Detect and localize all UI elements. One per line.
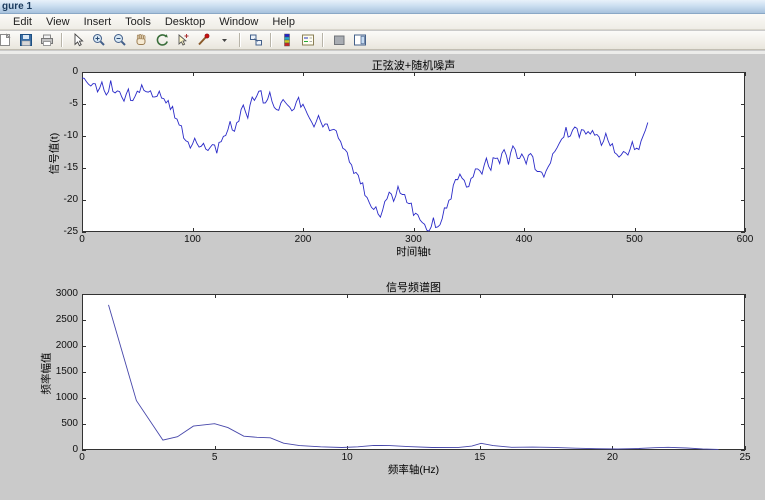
zoom-out-button[interactable] bbox=[109, 31, 130, 49]
figure-canvas: 正弦波+随机噪声 时间轴t 信号值(t) 0 100 200 300 400 500 600… bbox=[0, 54, 765, 500]
link-plot-icon bbox=[248, 32, 264, 48]
spectrum-plot-area[interactable] bbox=[82, 294, 746, 451]
x-tick-label: 15 bbox=[474, 452, 486, 463]
y-tick-label: 2000 bbox=[55, 340, 78, 351]
zoom-in-icon bbox=[91, 32, 107, 48]
y-tick-label: -20 bbox=[63, 194, 78, 205]
toolbar-group bbox=[0, 31, 57, 49]
link-plot-button[interactable] bbox=[245, 31, 266, 49]
zoom-out-icon bbox=[112, 32, 128, 48]
signal-plot-area[interactable] bbox=[81, 72, 746, 233]
menu-item-tools[interactable]: Tools bbox=[118, 15, 158, 29]
rotate-3d-icon bbox=[154, 32, 170, 48]
toolbar bbox=[0, 31, 765, 50]
spectrum-chart-title: 信号频谱图 bbox=[386, 282, 441, 294]
brush-dropdown-icon bbox=[221, 32, 228, 48]
menu-item-window[interactable]: Window bbox=[212, 15, 265, 29]
pan-icon bbox=[133, 32, 149, 48]
x-tick-label: 200 bbox=[294, 234, 312, 245]
new-figure-icon bbox=[0, 32, 13, 48]
data-line bbox=[81, 77, 649, 232]
y-tick-label: 0 bbox=[72, 444, 78, 455]
y-tick-label: 1000 bbox=[55, 392, 78, 403]
toolbar-group bbox=[328, 31, 370, 49]
edit-plot-icon bbox=[70, 32, 86, 48]
new-figure-button[interactable] bbox=[0, 31, 15, 49]
pan-button[interactable] bbox=[130, 31, 151, 49]
x-tick-label: 500 bbox=[626, 234, 643, 245]
brush-button[interactable] bbox=[193, 31, 214, 49]
data-cursor-button[interactable] bbox=[172, 31, 193, 49]
y-tick-label: 1500 bbox=[55, 366, 78, 377]
show-plot-tools-button[interactable] bbox=[349, 31, 370, 49]
toolbar-group bbox=[67, 31, 235, 49]
toolbar-separator bbox=[239, 33, 241, 47]
x-tick-label: 300 bbox=[405, 234, 422, 245]
x-tick-label: 5 bbox=[211, 452, 218, 463]
save-icon bbox=[18, 32, 34, 48]
y-tick-label: -5 bbox=[69, 98, 78, 109]
y-tick-label: -25 bbox=[63, 226, 78, 237]
signal-x-axis-label: 时间轴t bbox=[396, 246, 431, 258]
rotate-3d-button[interactable] bbox=[151, 31, 172, 49]
figure-window: gure 1 Edit View Insert Tools Desktop Window H… bbox=[0, 0, 765, 500]
signal-chart-title: 正弦波+随机噪声 bbox=[371, 60, 456, 72]
menu-item-help[interactable]: Help bbox=[265, 15, 302, 29]
zoom-in-button[interactable] bbox=[88, 31, 109, 49]
x-tick-label: 100 bbox=[184, 234, 201, 245]
signal-chart: 正弦波+随机噪声 时间轴t 信号值(t) 0 100 200 300 400 500 600… bbox=[49, 60, 754, 258]
title-bar[interactable]: gure 1 bbox=[0, 0, 765, 14]
data-line bbox=[108, 304, 719, 450]
edit-plot-button[interactable] bbox=[67, 31, 88, 49]
toolbar-group bbox=[245, 31, 266, 49]
x-tick-label: 400 bbox=[515, 234, 533, 245]
toolbar-separator bbox=[270, 33, 272, 47]
brush-icon bbox=[196, 32, 212, 48]
menu-bar: Edit View Insert Tools Desktop Window Help bbox=[0, 14, 765, 30]
y-tick-label: 3000 bbox=[55, 288, 78, 299]
hide-plot-tools-button[interactable] bbox=[328, 31, 349, 49]
window-title: gure 1 bbox=[2, 1, 33, 12]
save-button[interactable] bbox=[15, 31, 36, 49]
print-button[interactable] bbox=[36, 31, 57, 49]
x-tick-label: 25 bbox=[739, 452, 751, 463]
toolbar-group bbox=[276, 31, 318, 49]
print-icon bbox=[39, 32, 55, 48]
toolbar-separator bbox=[61, 33, 63, 47]
spectrum-x-axis-label: 频率轴(Hz) bbox=[387, 464, 440, 476]
y-tick-label: 0 bbox=[72, 66, 78, 77]
y-tick-label: -10 bbox=[63, 130, 78, 141]
x-tick-label: 20 bbox=[606, 452, 618, 463]
menu-item-view[interactable]: View bbox=[39, 15, 77, 29]
menu-item-edit[interactable]: Edit bbox=[6, 15, 39, 29]
hide-plot-tools-icon bbox=[331, 32, 347, 48]
spectrum-chart: 信号频谱图 频率轴(Hz) 频率幅值 0 5 10 15 20 25 0 500 1000 150… bbox=[41, 282, 751, 476]
colorbar-icon bbox=[279, 32, 295, 48]
menu-item-desktop[interactable]: Desktop bbox=[158, 15, 212, 29]
legend-button[interactable] bbox=[297, 31, 318, 49]
y-tick-label: 500 bbox=[61, 418, 78, 429]
menu-item-insert[interactable]: Insert bbox=[77, 15, 119, 29]
show-plot-tools-icon bbox=[352, 32, 368, 48]
x-tick-label: 600 bbox=[736, 234, 754, 245]
x-tick-label: 10 bbox=[341, 452, 353, 463]
brush-dropdown-button[interactable] bbox=[214, 31, 235, 49]
y-tick-label: -15 bbox=[63, 162, 78, 173]
legend-icon bbox=[300, 32, 316, 48]
colorbar-button[interactable] bbox=[276, 31, 297, 49]
data-cursor-icon bbox=[175, 32, 191, 48]
toolbar-separator bbox=[322, 33, 324, 47]
y-tick-label: 2500 bbox=[55, 314, 78, 325]
